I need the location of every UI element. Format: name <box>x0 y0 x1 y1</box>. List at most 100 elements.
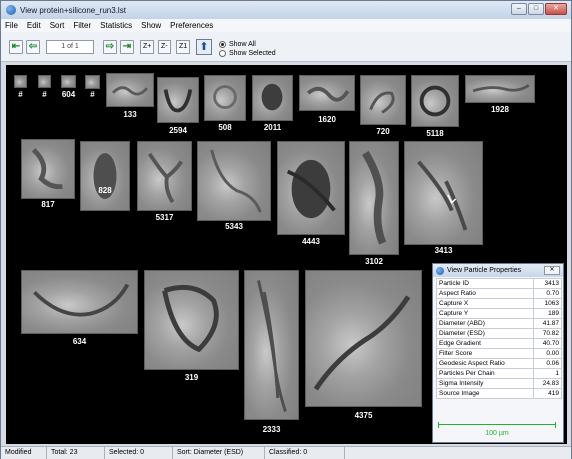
zoom-reset-button[interactable]: Z1 <box>176 40 191 54</box>
particle-thumbnail[interactable] <box>299 75 355 111</box>
particle-label: # <box>18 90 23 99</box>
menu-statistics[interactable]: Statistics <box>100 21 132 30</box>
status-sort: Sort: Diameter (ESD) <box>173 447 265 459</box>
particle-thumbnail[interactable] <box>157 77 199 123</box>
radio-unchecked-icon[interactable] <box>219 50 226 57</box>
property-value: 0.00 <box>533 348 562 359</box>
property-value: 24.83 <box>533 378 562 389</box>
window-title: View protein+silicone_run3.lst <box>20 5 126 15</box>
status-bar: Modified Total: 23 Selected: 0 Sort: Dia… <box>1 446 571 459</box>
close-icon[interactable]: ✕ <box>545 3 567 15</box>
close-icon[interactable]: ✕ <box>544 266 560 275</box>
particle-label: 3413 <box>434 246 453 255</box>
property-name: Source Image <box>436 388 534 399</box>
particle-label: 1620 <box>318 115 336 124</box>
particle-thumbnail[interactable] <box>349 141 399 255</box>
particle-thumbnail[interactable] <box>204 75 246 121</box>
particle-label: 5118 <box>426 129 444 138</box>
next-page-icon[interactable]: ⇨ <box>103 40 117 54</box>
property-value: 40.70 <box>533 338 562 349</box>
menu-bar: File Edit Sort Filter Statistics Show Pr… <box>1 19 571 32</box>
show-selected-label: Show Selected <box>229 50 276 57</box>
property-row: Capture X 1063 <box>436 298 562 309</box>
property-row: Diameter (ABD) 41.87 <box>436 318 562 329</box>
property-value: 1063 <box>533 298 562 309</box>
app-window: View protein+silicone_run3.lst – □ ✕ Fil… <box>0 0 572 459</box>
property-name: Diameter (ESD) <box>436 328 534 339</box>
property-name: Edge Gradient <box>436 338 534 349</box>
property-row: Aspect Ratio 0.70 <box>436 288 562 299</box>
menu-file[interactable]: File <box>5 21 18 30</box>
first-page-icon[interactable]: ⇤ <box>9 40 23 54</box>
particle-label: 508 <box>218 123 232 132</box>
particle-label: 634 <box>72 337 87 346</box>
particle-label: 604 <box>61 90 76 99</box>
property-value: 189 <box>533 308 562 319</box>
particle-label: 720 <box>376 127 390 136</box>
arrow-up-icon[interactable]: ⬆ <box>196 39 212 55</box>
status-classified: Classified: 0 <box>265 447 345 459</box>
particle-thumbnail[interactable] <box>465 75 535 103</box>
particle-thumbnail[interactable] <box>14 75 27 88</box>
particle-thumbnail[interactable] <box>197 141 271 221</box>
last-page-icon[interactable]: ⇥ <box>120 40 134 54</box>
menu-sort[interactable]: Sort <box>50 21 65 30</box>
prev-page-icon[interactable]: ⇦ <box>26 40 40 54</box>
property-value: 1 <box>533 368 562 379</box>
property-name: Particle ID <box>436 278 534 289</box>
particle-thumbnail[interactable] <box>85 75 100 89</box>
app-icon <box>6 5 16 15</box>
particle-thumbnail[interactable] <box>305 270 422 407</box>
menu-edit[interactable]: Edit <box>27 21 41 30</box>
particle-thumbnail[interactable] <box>106 73 154 107</box>
particle-thumbnail[interactable] <box>252 75 293 121</box>
particle-label: 1928 <box>491 105 509 114</box>
particle-label: 2333 <box>262 425 281 434</box>
property-value: 419 <box>533 388 562 399</box>
property-value: 41.87 <box>533 318 562 329</box>
show-selected-option[interactable]: Show Selected <box>219 50 276 57</box>
property-value: 0.70 <box>533 288 562 299</box>
status-total: Total: 23 <box>47 447 105 459</box>
properties-table: Particle ID 3413 Aspect Ratio 0.70 Capture X… <box>436 278 562 399</box>
page-indicator[interactable]: 1 of 1 <box>46 40 94 54</box>
particle-thumbnail[interactable] <box>144 270 239 370</box>
particle-label: # <box>90 90 95 99</box>
property-row: Sigma Intensity 24.83 <box>436 378 562 389</box>
property-name: Diameter (ABD) <box>436 318 534 329</box>
particle-thumbnail[interactable] <box>360 75 406 125</box>
property-value: 0.06 <box>533 358 562 369</box>
particle-thumbnail[interactable] <box>411 75 459 127</box>
particle-thumbnail[interactable] <box>61 75 76 88</box>
particle-label: 5343 <box>225 222 243 231</box>
window-controls: – □ ✕ <box>511 3 567 15</box>
particle-thumbnail[interactable] <box>244 270 299 420</box>
particle-thumbnail[interactable] <box>137 141 192 211</box>
scale-bar <box>438 422 556 428</box>
particle-thumbnail[interactable] <box>277 141 345 235</box>
particle-label: 828 <box>98 186 112 195</box>
particle-thumbnail[interactable] <box>80 141 130 211</box>
radio-checked-icon[interactable] <box>219 41 226 48</box>
menu-preferences[interactable]: Preferences <box>170 21 213 30</box>
particle-thumbnail[interactable] <box>404 141 483 245</box>
show-all-option[interactable]: Show All <box>219 41 256 48</box>
status-selected: Selected: 0 <box>105 447 173 459</box>
property-name: Sigma Intensity <box>436 378 534 389</box>
particle-thumbnail[interactable] <box>38 75 51 88</box>
particle-thumbnail[interactable] <box>21 270 138 334</box>
property-value: 70.82 <box>533 328 562 339</box>
property-name: Filter Score <box>436 348 534 359</box>
maximize-icon[interactable]: □ <box>528 3 544 15</box>
minimize-icon[interactable]: – <box>511 3 527 15</box>
toolbar: ⇤ ⇦ 1 of 1 ⇨ ⇥ Z+ Z- Z1 ⬆ Show All Show … <box>1 32 571 62</box>
particle-label: # <box>42 90 47 99</box>
app-icon <box>436 266 444 275</box>
menu-show[interactable]: Show <box>141 21 161 30</box>
menu-filter[interactable]: Filter <box>73 21 91 30</box>
title-bar[interactable]: View protein+silicone_run3.lst – □ ✕ <box>1 1 571 19</box>
zoom-out-button[interactable]: Z- <box>158 40 171 54</box>
particle-thumbnail[interactable] <box>21 139 75 199</box>
zoom-in-button[interactable]: Z+ <box>140 40 155 54</box>
particle-label: 5317 <box>155 213 174 222</box>
